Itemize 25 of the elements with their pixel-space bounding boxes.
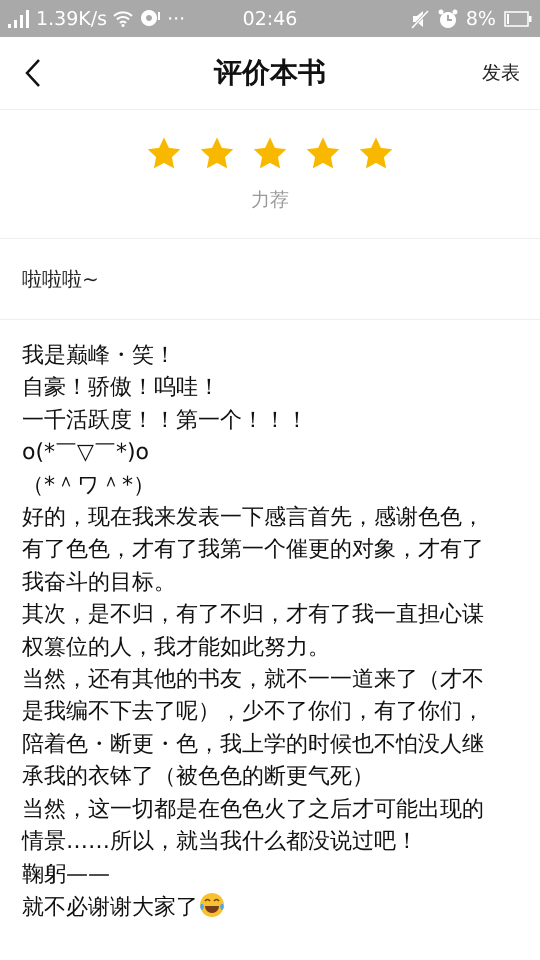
wifi-icon (113, 10, 134, 26)
rating-label: 力荐 (251, 188, 289, 213)
battery-icon (504, 10, 532, 26)
page-title: 评价本书 (214, 55, 326, 91)
network-speed: 1.39K/s (36, 8, 108, 30)
battery-level: 8% (466, 8, 496, 30)
review-paragraph: 自豪！骄傲！呜哇！ (22, 375, 220, 400)
publish-button[interactable]: 发表 (482, 60, 520, 86)
signal-icon (8, 10, 30, 28)
review-paragraph: 好的，现在我来发表一下感言首先，感谢色色，有了色色，才有了我第一个催更的对象，才有了我奋斗的目标。 (22, 505, 484, 595)
review-paragraph: 其次，是不归，有了不归，才有了我一直担心谋权篡位的人，我才能如此努力。 (22, 602, 484, 660)
review-paragraph: 当然，还有其他的书友，就不一一道来了（才不是我编不下去了呢），少不了你们，有了你们，陪着色・断更・色，我上学的时候也不怕没人继承我的衣钵了（被色色的断更气死） (22, 667, 484, 790)
mute-icon (410, 8, 430, 28)
review-paragraph: 鞠躬—— (22, 862, 110, 886)
clock: 02:46 (242, 8, 298, 30)
more-indicator: ··· (167, 8, 186, 30)
review-title-field[interactable]: 啦啦啦~ (0, 239, 540, 320)
alarm-icon (438, 8, 458, 28)
review-paragraph: （*＾ワ＾*） (22, 472, 155, 498)
review-paragraph: o(*￣▽￣*)o (22, 440, 150, 466)
review-paragraph: 我是巅峰・笑！ (22, 343, 176, 368)
review-paragraph: 当然，这一切都是在色色火了之后才可能出现的情景……所以，就当我什么都没说过吧！ (22, 796, 484, 854)
review-paragraph: 就不必谢谢大家了 (22, 894, 198, 920)
review-paragraph: 一千活跃度！！第一个！！！ (22, 408, 308, 433)
back-icon (24, 58, 42, 88)
